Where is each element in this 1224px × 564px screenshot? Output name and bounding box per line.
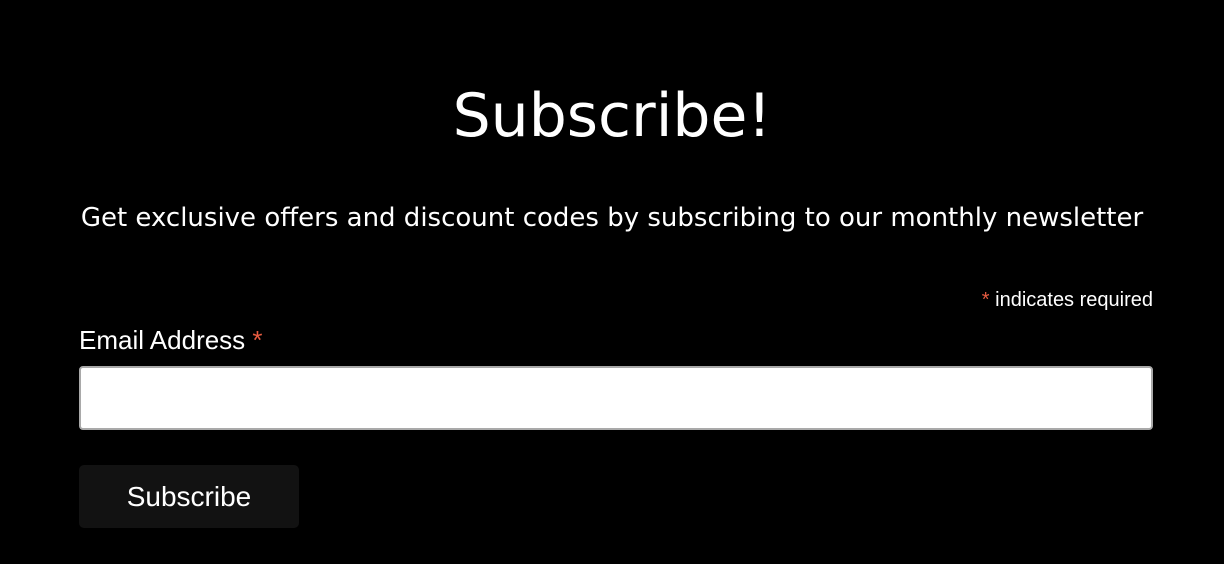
subscribe-button[interactable]: Subscribe xyxy=(79,465,299,528)
email-label-text: Email Address xyxy=(79,325,246,355)
page-title: Subscribe! xyxy=(452,81,772,151)
required-asterisk: * xyxy=(981,289,990,311)
email-required-asterisk: * xyxy=(252,325,263,355)
page-subtitle: Get exclusive offers and discount codes … xyxy=(80,203,1144,233)
required-note-text: indicates required xyxy=(995,289,1153,311)
subscribe-page: Subscribe! Get exclusive offers and disc… xyxy=(0,0,1224,564)
required-indicator-note: * indicates required xyxy=(982,286,1153,314)
email-input[interactable] xyxy=(79,366,1153,430)
email-label: Email Address * xyxy=(79,322,263,358)
